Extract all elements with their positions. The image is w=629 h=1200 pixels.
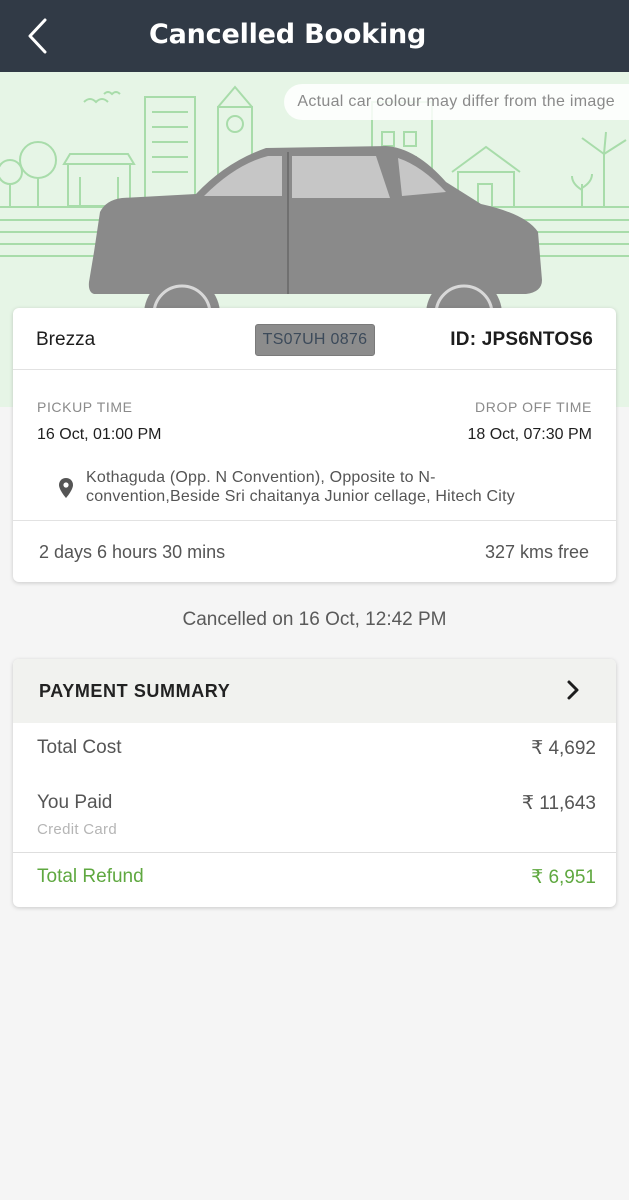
- payment-summary-title: PAYMENT SUMMARY: [39, 681, 231, 701]
- payment-divider: [13, 852, 616, 853]
- booking-details-card: Brezza TS07UH 0876 ID: JPS6NTOS6 PICKUP …: [13, 308, 616, 582]
- location-pin-icon: [59, 478, 73, 498]
- total-refund-label: Total Refund: [37, 866, 144, 887]
- dropoff-time-label: DROP OFF TIME: [475, 399, 592, 415]
- car-colour-disclaimer: Actual car colour may differ from the im…: [284, 84, 629, 120]
- you-paid-label: You Paid: [37, 792, 113, 813]
- you-paid-value: ₹ 11,643: [521, 793, 596, 814]
- chevron-right-icon[interactable]: [566, 679, 580, 701]
- chevron-left-icon: [28, 18, 47, 54]
- total-cost-label: Total Cost: [37, 737, 122, 758]
- back-button[interactable]: [20, 16, 56, 56]
- car-name: Brezza: [36, 329, 96, 350]
- app-header: Cancelled Booking: [0, 0, 629, 72]
- address-line-2: convention,Beside Sri chaitanya Junior c…: [86, 488, 515, 505]
- pickup-time-value: 16 Oct, 01:00 PM: [37, 426, 162, 443]
- payment-summary-card: PAYMENT SUMMARY Total Cost ₹ 4,692 You P…: [13, 659, 616, 907]
- license-plate-badge: TS07UH 0876: [255, 324, 375, 356]
- total-refund-value: ₹ 6,951: [531, 867, 596, 888]
- booking-card-header: Brezza TS07UH 0876 ID: JPS6NTOS6: [13, 308, 616, 370]
- page-title: Cancelled Booking: [149, 19, 427, 50]
- booking-id: ID: JPS6NTOS6: [450, 329, 593, 350]
- cancellation-timestamp: Cancelled on 16 Oct, 12:42 PM: [182, 609, 447, 630]
- pickup-time-label: PICKUP TIME: [37, 399, 133, 415]
- booking-card-footer: 2 days 6 hours 30 mins 327 kms free: [13, 520, 616, 582]
- pickup-address: Kothaguda (Opp. N Convention), Opposite …: [86, 468, 586, 506]
- payment-summary-header[interactable]: PAYMENT SUMMARY: [13, 659, 616, 723]
- booking-duration: 2 days 6 hours 30 mins: [39, 542, 226, 562]
- dropoff-time-value: 18 Oct, 07:30 PM: [467, 426, 592, 443]
- payment-method: Credit Card: [37, 821, 117, 838]
- free-kms: 327 kms free: [484, 542, 589, 562]
- address-line-1: Kothaguda (Opp. N Convention), Opposite …: [86, 469, 436, 486]
- total-cost-value: ₹ 4,692: [531, 738, 596, 759]
